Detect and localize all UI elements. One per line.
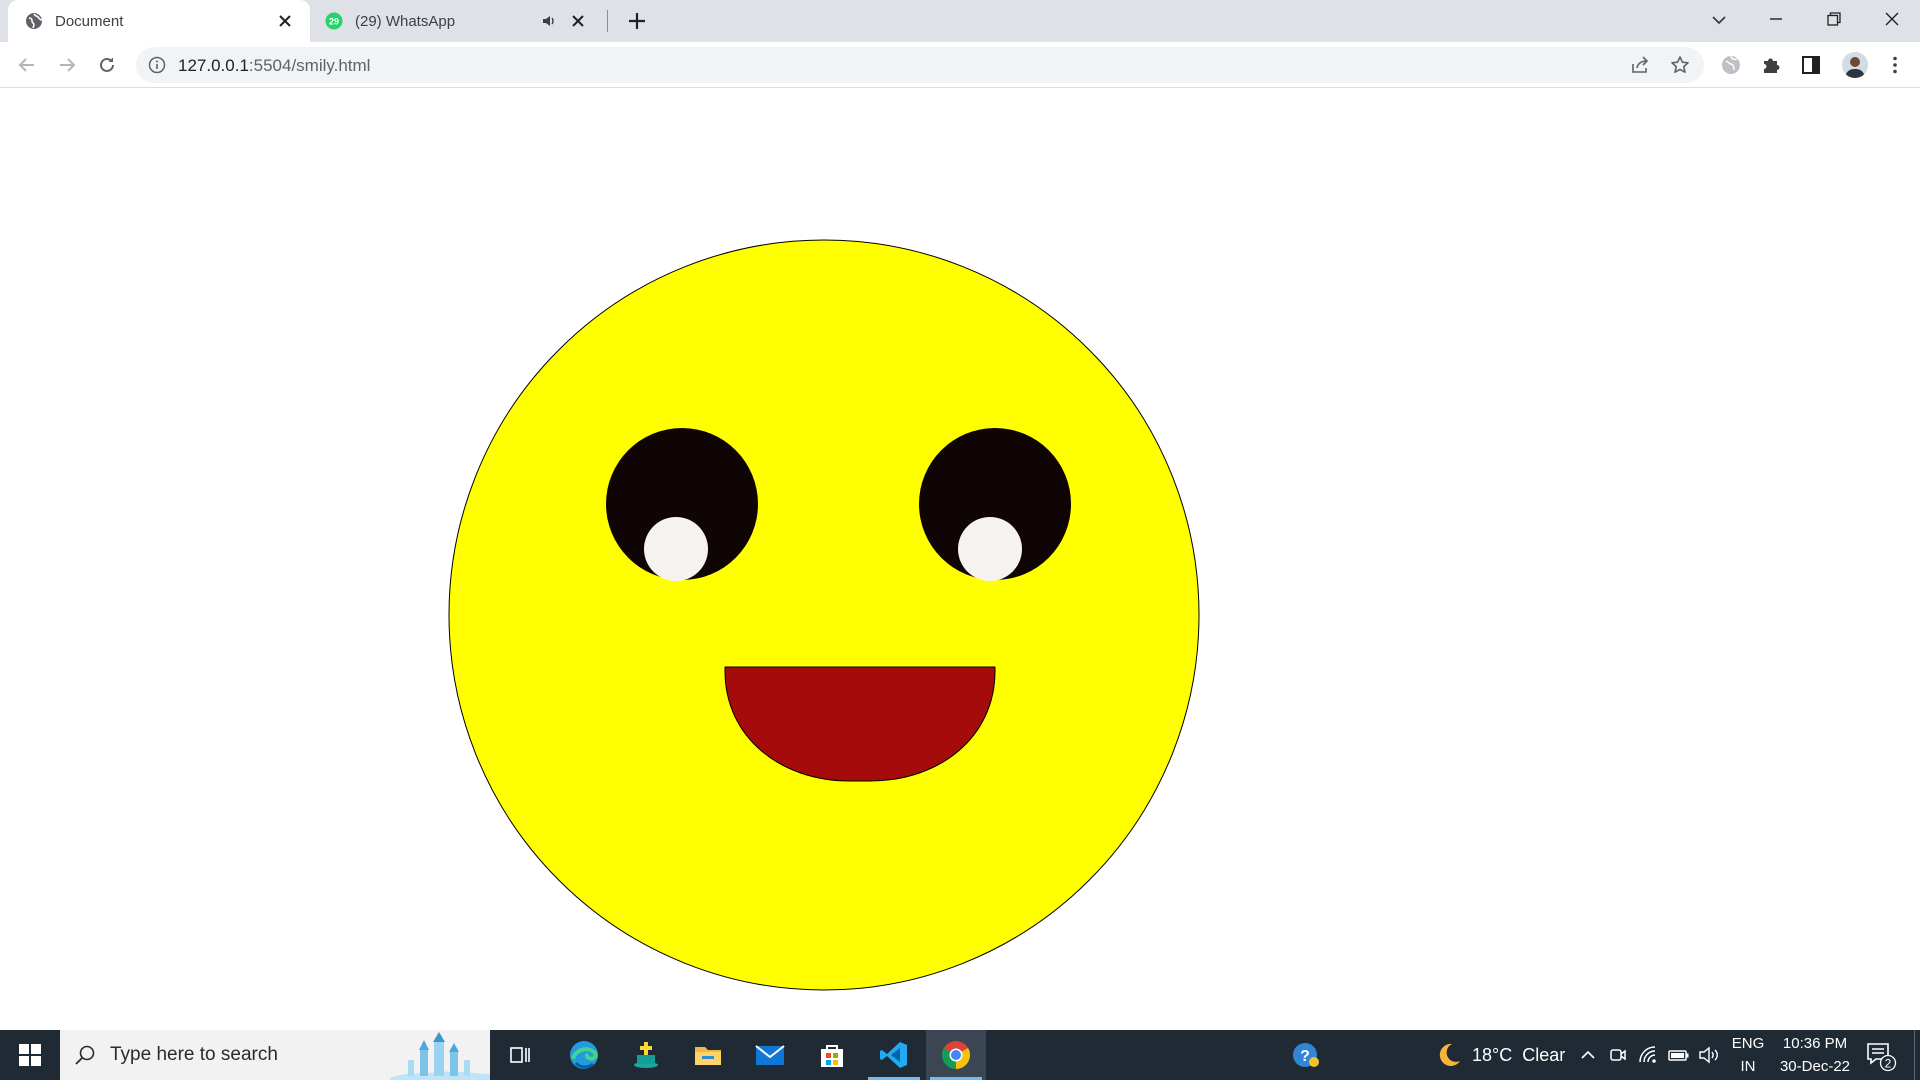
address-bar[interactable]: 127.0.0.1:5504/smily.html xyxy=(136,47,1704,83)
back-arrow-icon[interactable] xyxy=(11,49,43,81)
chevron-up-icon[interactable] xyxy=(1578,1045,1598,1065)
clock[interactable]: 10:36 PM 30-Dec-22 xyxy=(1770,1035,1860,1075)
meet-now-icon[interactable] xyxy=(1608,1045,1628,1065)
taskbar-vscode[interactable] xyxy=(864,1030,924,1080)
close-window-icon[interactable] xyxy=(1864,0,1920,38)
whatsapp-badge: 29 xyxy=(329,17,339,27)
clock-time: 10:36 PM xyxy=(1782,1035,1848,1052)
weather-condition: Clear xyxy=(1522,1045,1566,1065)
notification-count: 2 xyxy=(1885,1057,1892,1071)
right-eye-highlight xyxy=(958,517,1022,581)
tab-title: Document xyxy=(55,12,124,30)
globe-icon xyxy=(25,12,43,30)
clock-date: 30-Dec-22 xyxy=(1779,1058,1851,1075)
tab-search-chevron-icon[interactable] xyxy=(1708,9,1730,31)
smiley-drawing xyxy=(448,239,1200,991)
tab-title: (29) WhatsApp xyxy=(355,12,456,30)
help-icon[interactable]: ? xyxy=(1292,1041,1320,1069)
file-explorer-icon xyxy=(695,1047,721,1065)
side-panel-icon[interactable] xyxy=(1800,54,1822,76)
taskbar-search-box[interactable]: Type here to search xyxy=(60,1030,490,1080)
chrome-menu-icon[interactable] xyxy=(1884,54,1906,76)
language-indicator[interactable]: ENG IN xyxy=(1724,1035,1772,1075)
language-code: ENG xyxy=(1731,1035,1765,1052)
notification-center-icon[interactable]: 2 xyxy=(1864,1040,1898,1072)
new-tab-icon[interactable] xyxy=(624,8,650,34)
windows-taskbar: Type here to search ? 18°C Clear ENG IN … xyxy=(0,1030,1920,1080)
windows-logo-icon xyxy=(19,1044,41,1066)
chrome-icon xyxy=(942,1041,970,1069)
close-tab-icon[interactable] xyxy=(276,12,294,30)
region-code: IN xyxy=(1740,1058,1756,1075)
url-host: 127.0.0.1 xyxy=(178,56,249,75)
vscode-icon xyxy=(880,1042,907,1068)
smiley-face xyxy=(448,239,1200,991)
moon-weather-icon[interactable] xyxy=(1434,1041,1462,1069)
whatsapp-icon: 29 xyxy=(325,12,343,30)
url-text[interactable]: 127.0.0.1:5504/smily.html xyxy=(178,56,370,76)
share-icon[interactable] xyxy=(1630,55,1650,75)
minimize-icon[interactable] xyxy=(1748,0,1804,38)
volume-icon[interactable] xyxy=(1698,1045,1720,1065)
forward-arrow-icon[interactable] xyxy=(51,49,83,81)
weather-widget[interactable]: 18°C Clear xyxy=(1472,1045,1565,1066)
url-path: :5504/smily.html xyxy=(248,56,371,75)
restore-icon[interactable] xyxy=(1806,0,1862,38)
reload-icon[interactable] xyxy=(91,49,123,81)
profile-avatar[interactable] xyxy=(1842,52,1868,78)
task-view-icon xyxy=(510,1047,530,1063)
edge-icon xyxy=(570,1041,598,1069)
taskbar-microsoft-store[interactable] xyxy=(802,1030,862,1080)
taskbar-file-explorer[interactable] xyxy=(678,1030,738,1080)
taskbar-mail[interactable] xyxy=(740,1030,800,1080)
taskbar-chrome[interactable] xyxy=(926,1030,986,1080)
start-button[interactable] xyxy=(0,1030,60,1080)
wifi-icon[interactable] xyxy=(1638,1045,1660,1065)
extension-globe-icon[interactable] xyxy=(1720,54,1742,76)
bookmark-star-icon[interactable] xyxy=(1670,55,1690,75)
search-highlight-castle-icon xyxy=(390,1032,490,1080)
browser-toolbar: 127.0.0.1:5504/smily.html xyxy=(0,42,1920,88)
tab-document[interactable]: Document xyxy=(8,0,310,42)
tab-whatsapp[interactable]: 29 (29) WhatsApp xyxy=(313,0,603,42)
task-view-button[interactable] xyxy=(490,1030,550,1080)
speaker-icon[interactable] xyxy=(541,13,557,29)
taskbar-store-app[interactable] xyxy=(616,1030,676,1080)
show-desktop-button[interactable] xyxy=(1914,1030,1920,1080)
left-eye-highlight xyxy=(644,517,708,581)
microsoft-store-icon xyxy=(821,1045,843,1067)
svg-text:?: ? xyxy=(1300,1048,1310,1065)
extensions-puzzle-icon[interactable] xyxy=(1760,54,1782,76)
mail-icon xyxy=(755,1045,785,1065)
search-icon xyxy=(74,1044,96,1066)
tab-strip: Document 29 (29) WhatsApp xyxy=(0,0,1920,42)
page-viewport xyxy=(0,89,1920,1030)
weather-temp: 18°C xyxy=(1472,1045,1513,1065)
tab-divider xyxy=(607,10,608,32)
taskbar-edge[interactable] xyxy=(554,1030,614,1080)
search-placeholder: Type here to search xyxy=(110,1044,278,1065)
battery-icon[interactable] xyxy=(1668,1045,1690,1065)
store-app-icon xyxy=(634,1042,658,1068)
site-info-icon[interactable] xyxy=(148,56,166,74)
close-tab-icon[interactable] xyxy=(569,12,587,30)
